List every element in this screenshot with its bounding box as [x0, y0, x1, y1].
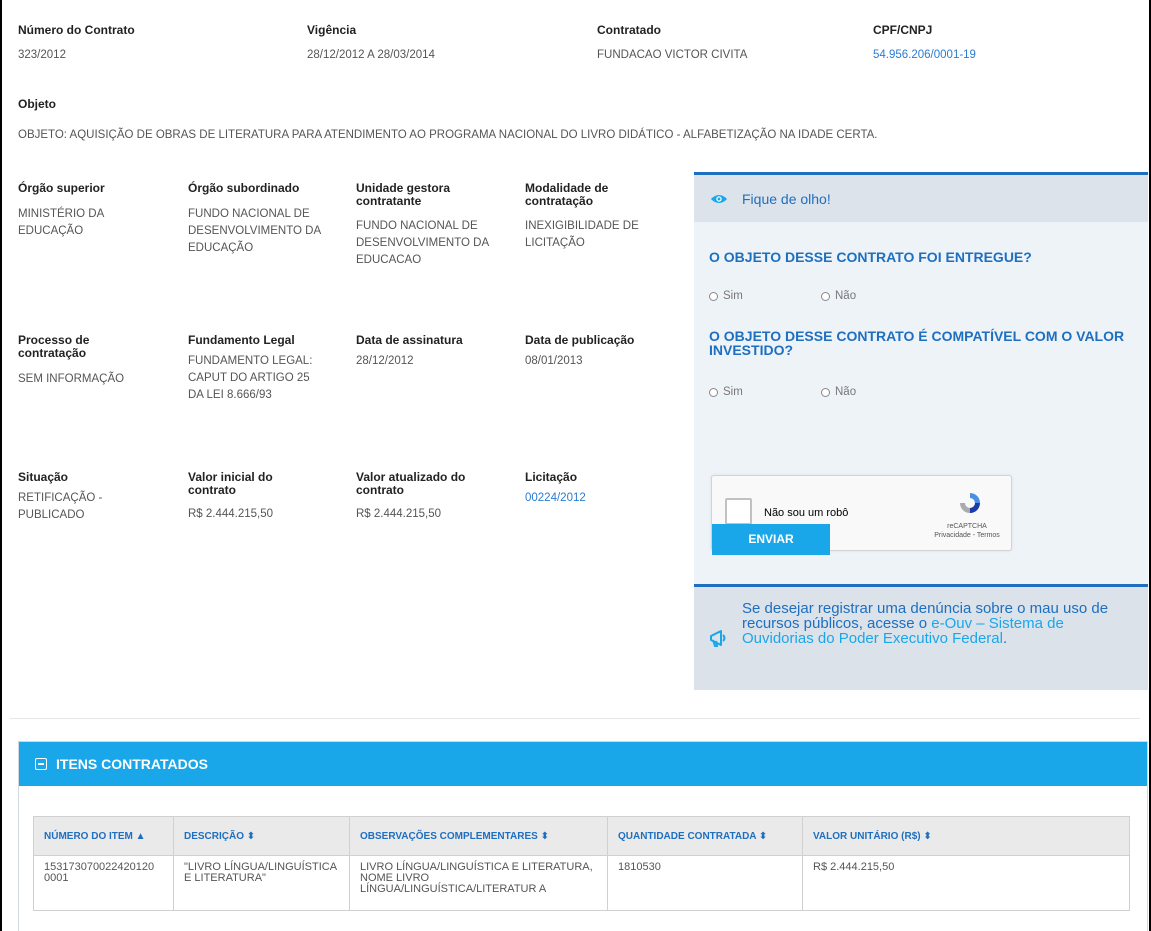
value-modalidade: INEXIGIBILIDADE DE LICITAÇÃO: [525, 220, 639, 249]
licitacao-link[interactable]: 00224/2012: [525, 490, 586, 507]
col-quantidade[interactable]: QUANTIDADE CONTRATADA ⬍: [607, 816, 803, 856]
radio-label: Sim: [723, 290, 743, 302]
label-unidade-gestora: Unidade gestora contratante: [356, 181, 451, 208]
value-processo: SEM INFORMAÇÃO: [18, 373, 125, 385]
col-observacoes[interactable]: OBSERVAÇÕES COMPLEMENTARES ⬍: [349, 816, 608, 856]
label-numero-contrato: Número do Contrato: [18, 23, 135, 37]
radio-compativel-sim[interactable]: Sim: [709, 386, 743, 398]
recaptcha-checkbox[interactable]: [725, 498, 752, 525]
recaptcha-logo-icon: [960, 493, 980, 513]
header-label: QUANTIDADE CONTRATADA: [618, 830, 757, 842]
panel-header: Fique de olho!: [694, 172, 1148, 222]
radio-circle-icon: [709, 387, 718, 397]
label-data-assinatura: Data de assinatura: [356, 333, 463, 347]
eye-icon: [710, 194, 728, 203]
label-situacao: Situação: [18, 470, 69, 484]
label-objeto: Objeto: [18, 97, 56, 111]
label-data-publicacao: Data de publicação: [525, 333, 635, 347]
cell-observacoes: LIVRO LÍNGUA/LINGUÍSTICA E LITERATURA, N…: [349, 855, 608, 911]
table-header-row: NÚMERO DO ITEM ▲ DESCRIÇÃO ⬍ OBSERVAÇÕES…: [33, 816, 1130, 856]
col-numero-item[interactable]: NÚMERO DO ITEM ▲: [33, 816, 174, 856]
label-valor-atualizado: Valor atualizado do contrato: [356, 470, 466, 497]
items-table: NÚMERO DO ITEM ▲ DESCRIÇÃO ⬍ OBSERVAÇÕES…: [33, 816, 1130, 911]
radio-circle-icon: [709, 291, 718, 301]
value-contratado: FUNDACAO VICTOR CIVITA: [597, 49, 748, 61]
cell-descricao: "LIVRO LÍNGUA/LINGUÍSTICA E LITERATURA": [173, 855, 350, 911]
radio-label: Não: [835, 386, 857, 398]
cell-numero-item: 153173070022420120 0001: [33, 855, 174, 911]
recaptcha-brand-name: reCAPTCHA: [947, 523, 987, 530]
recaptcha-links[interactable]: Privacidade - Termos: [932, 531, 1002, 540]
question-entregue: O OBJETO DESSE CONTRATO FOI ENTREGUE?: [709, 249, 1032, 265]
radio-compativel-nao[interactable]: Não: [821, 386, 856, 398]
radio-circle-icon: [821, 291, 830, 301]
label-vigencia: Vigência: [307, 23, 357, 37]
value-valor-inicial: R$ 2.444.215,50: [188, 508, 274, 520]
header-label: OBSERVAÇÕES COMPLEMENTARES: [360, 830, 538, 842]
label-fundamento: Fundamento Legal: [188, 333, 295, 347]
value-fundamento: FUNDAMENTO LEGAL: CAPUT DO ARTIGO 25 DA …: [188, 355, 313, 401]
label-licitacao: Licitação: [525, 470, 578, 484]
header-label: VALOR UNITÁRIO (R$): [813, 830, 921, 842]
col-descricao[interactable]: DESCRIÇÃO ⬍: [173, 816, 350, 856]
cell-quantidade: 1810530: [607, 855, 803, 911]
sort-asc-icon: ▲: [135, 830, 146, 842]
collapse-icon[interactable]: [35, 758, 47, 770]
denuncia-period: .: [1002, 630, 1008, 647]
denuncia-message: Se desejar registrar uma denúncia sobre …: [742, 601, 1132, 646]
label-processo: Processo de contratação: [18, 333, 90, 360]
value-numero-contrato: 323/2012: [18, 49, 66, 61]
send-button[interactable]: ENVIAR: [712, 524, 830, 555]
radio-label: Não: [835, 290, 857, 302]
recaptcha-label: Não sou um robô: [764, 507, 849, 519]
itens-contratados-header[interactable]: ITENS CONTRATADOS: [19, 742, 1147, 786]
fique-de-olho-panel: Fique de olho! O OBJETO DESSE CONTRATO F…: [694, 172, 1148, 690]
radio-circle-icon: [821, 387, 830, 397]
panel-footer: Se desejar registrar uma denúncia sobre …: [694, 584, 1148, 690]
radio-entregue-sim[interactable]: Sim: [709, 290, 743, 302]
label-valor-inicial: Valor inicial do contrato: [188, 470, 273, 497]
itens-contratados-section: ITENS CONTRATADOS NÚMERO DO ITEM ▲ DESCR…: [18, 741, 1148, 931]
question-compativel: O OBJETO DESSE CONTRATO É COMPATÍVEL COM…: [709, 328, 1125, 358]
cpf-cnpj-link[interactable]: 54.956.206/0001-19: [873, 47, 976, 64]
header-label: NÚMERO DO ITEM: [44, 830, 133, 842]
value-orgao-subordinado: FUNDO NACIONAL DE DESENVOLVIMENTO DA EDU…: [188, 208, 321, 254]
col-valor-unitario[interactable]: VALOR UNITÁRIO (R$) ⬍: [802, 816, 1130, 856]
itens-contratados-title: ITENS CONTRATADOS: [56, 756, 208, 772]
divider: [10, 718, 1140, 719]
sort-icon: ⬍: [923, 830, 932, 842]
value-unidade-gestora: FUNDO NACIONAL DE DESENVOLVIMENTO DA EDU…: [356, 220, 489, 266]
cell-valor-unitario: R$ 2.444.215,50: [802, 855, 1130, 911]
sort-icon: ⬍: [540, 830, 549, 842]
panel-title: Fique de olho!: [742, 190, 831, 207]
value-vigencia: 28/12/2012 A 28/03/2014: [307, 49, 435, 61]
sort-icon: ⬍: [246, 830, 256, 842]
label-orgao-subordinado: Órgão subordinado: [188, 181, 300, 195]
value-valor-atualizado: R$ 2.444.215,50: [356, 508, 442, 520]
label-contratado: Contratado: [597, 23, 661, 37]
table-row: 153173070022420120 0001 "LIVRO LÍNGUA/LI…: [33, 855, 1130, 911]
sort-icon: ⬍: [758, 830, 768, 842]
label-cpf-cnpj: CPF/CNPJ: [873, 23, 933, 37]
recaptcha-brand: reCAPTCHA Privacidade - Termos: [932, 522, 1002, 540]
radio-label: Sim: [723, 386, 743, 398]
value-objeto: OBJETO: AQUISIÇÃO DE OBRAS DE LITERATURA…: [18, 129, 878, 141]
radio-entregue-nao[interactable]: Não: [821, 290, 856, 302]
value-orgao-superior: MINISTÉRIO DA EDUCAÇÃO: [18, 208, 104, 237]
value-situacao: RETIFICAÇÃO - PUBLICADO: [18, 492, 103, 521]
label-orgao-superior: Órgão superior: [18, 181, 105, 195]
value-data-publicacao: 08/01/2013: [525, 355, 583, 367]
megaphone-icon: [710, 630, 726, 647]
label-modalidade: Modalidade de contratação: [525, 181, 609, 208]
value-data-assinatura: 28/12/2012: [356, 355, 414, 367]
header-label: DESCRIÇÃO: [184, 830, 245, 842]
